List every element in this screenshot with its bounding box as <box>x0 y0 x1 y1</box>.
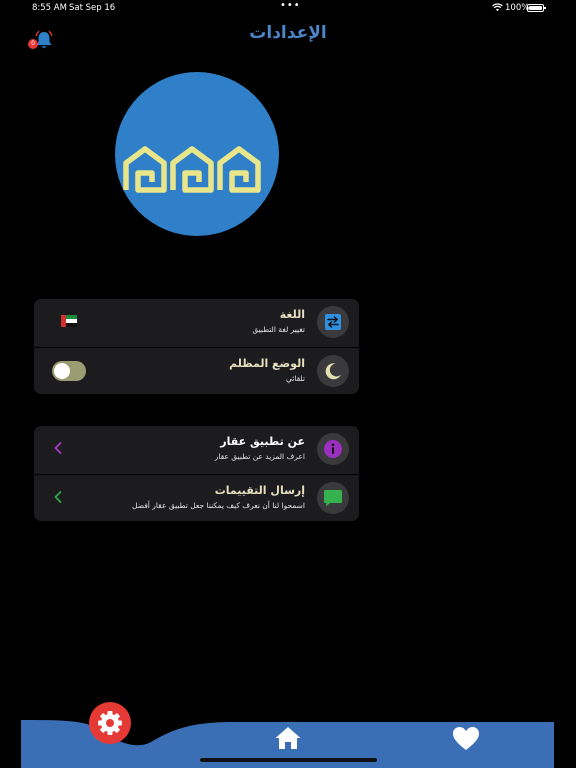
language-title: اللغة <box>279 308 305 321</box>
multitasking-dots[interactable]: ••• <box>280 0 301 11</box>
dark-mode-toggle[interactable] <box>52 361 86 381</box>
toggle-knob <box>54 363 70 379</box>
moon-icon <box>325 363 341 380</box>
wifi-icon <box>492 3 503 12</box>
home-indicator <box>200 758 377 762</box>
info-icon <box>324 440 342 458</box>
row-icon <box>317 482 349 514</box>
about-subtitle: اعرف المزيد عن تطبيق عقار <box>214 452 305 461</box>
feedback-title: إرسال التقييمات <box>214 484 305 497</box>
uae-flag-icon <box>61 315 77 327</box>
dark-mode-row: الوضع المظلم تلقائي <box>34 347 359 393</box>
feedback-row[interactable]: إرسال التقييمات اسمحوا لنا أن نعرف كيف ي… <box>34 474 359 520</box>
settings-icon <box>98 711 122 735</box>
status-time: 8:55 AM <box>32 3 67 13</box>
battery-percent: 100% <box>505 3 530 13</box>
dark-mode-title: الوضع المظلم <box>229 357 305 370</box>
houses-logo-icon <box>123 146 261 193</box>
language-row[interactable]: اللغة تغيير لغة التطبيق <box>34 299 359 345</box>
dark-mode-subtitle: تلقائي <box>286 374 305 383</box>
home-icon[interactable] <box>274 725 302 751</box>
row-icon <box>317 306 349 338</box>
language-swap-icon <box>325 314 341 330</box>
feedback-icon <box>324 490 342 507</box>
row-icon <box>317 355 349 387</box>
notification-badge: 0 <box>28 39 38 49</box>
status-date: Sat Sep 16 <box>69 3 116 13</box>
battery-icon <box>527 4 546 12</box>
settings-tab-button[interactable] <box>89 702 131 744</box>
preferences-card: اللغة تغيير لغة التطبيق الوضع المظلم تلق… <box>34 299 359 394</box>
chevron-left-icon <box>54 442 62 454</box>
info-card: عن تطبيق عقار اعرف المزيد عن تطبيق عقار … <box>34 426 359 521</box>
about-row[interactable]: عن تطبيق عقار اعرف المزيد عن تطبيق عقار <box>34 426 359 472</box>
heart-icon[interactable] <box>451 724 481 752</box>
row-icon <box>317 433 349 465</box>
status-bar: 8:55 AM Sat Sep 16 ••• 100% <box>0 0 576 16</box>
feedback-subtitle: اسمحوا لنا أن نعرف كيف يمكننا جعل تطبيق … <box>132 501 305 510</box>
page-title: الإعدادات <box>249 23 327 43</box>
about-title: عن تطبيق عقار <box>220 435 305 448</box>
chevron-left-icon <box>54 491 62 503</box>
language-subtitle: تغيير لغة التطبيق <box>252 325 305 334</box>
app-logo <box>115 72 279 236</box>
